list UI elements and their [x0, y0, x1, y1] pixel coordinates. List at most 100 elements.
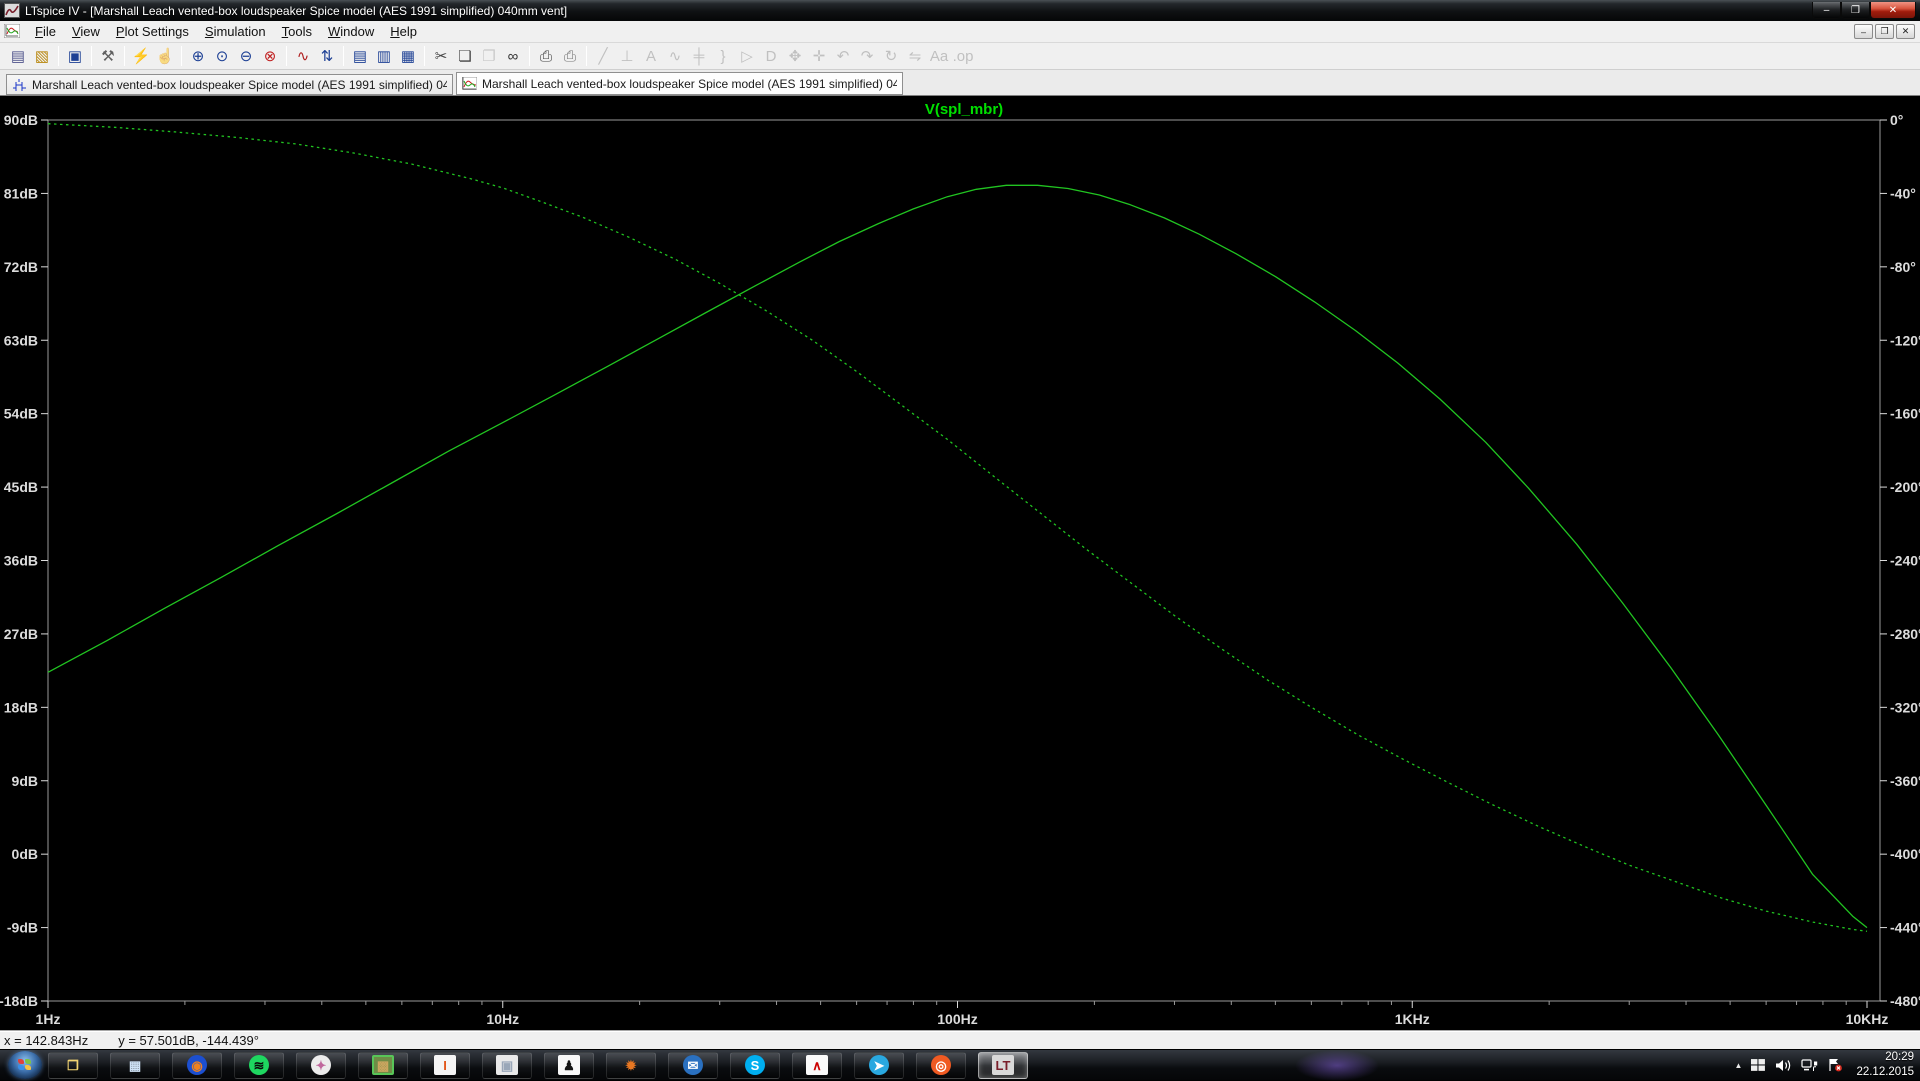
- taskbar-app-image-viewer-icon: ▩: [372, 1055, 394, 1075]
- tile-horizontal-icon[interactable]: ▤: [348, 45, 372, 67]
- mdi-close-button[interactable]: ✕: [1896, 24, 1915, 39]
- y-axis-label-right: -440°: [1890, 920, 1920, 936]
- y-axis-label-right: -400°: [1890, 846, 1920, 862]
- autorange-y-icon[interactable]: ∿: [291, 45, 315, 67]
- menu-plot-settings[interactable]: Plot Settings: [108, 22, 197, 41]
- print-preview-icon[interactable]: ⎙: [558, 45, 582, 67]
- y-axis-label-left: 9dB: [12, 773, 38, 789]
- taskbar-clock[interactable]: 20:29 22.12.2015: [1856, 1050, 1914, 1080]
- minimize-button[interactable]: ‒: [1812, 2, 1841, 19]
- save-icon[interactable]: ▣: [63, 45, 87, 67]
- menu-tools[interactable]: Tools: [274, 22, 320, 41]
- redo-icon: ↷: [855, 45, 879, 67]
- clock-date: 22.12.2015: [1856, 1065, 1914, 1080]
- menu-help[interactable]: Help: [382, 22, 425, 41]
- magnitude-trace[interactable]: [48, 185, 1867, 927]
- menu-simulation[interactable]: Simulation: [197, 22, 274, 41]
- y-axis-label-left: 63dB: [4, 332, 38, 348]
- diode-icon: ▷: [735, 45, 759, 67]
- taskbar-app-firefox[interactable]: ◉: [172, 1052, 222, 1079]
- menu-file[interactable]: File: [27, 22, 64, 41]
- mdi-minimize-button[interactable]: ‒: [1854, 24, 1873, 39]
- resistor-icon: ∿: [663, 45, 687, 67]
- status-bar: x = 142.843Hz y = 57.501dB, -144.439°: [0, 1031, 1920, 1049]
- taskbar-app-paint[interactable]: ✦: [296, 1052, 346, 1079]
- taskbar-app-skype[interactable]: S: [730, 1052, 780, 1079]
- zoom-full-extents-icon[interactable]: ⊗: [258, 45, 282, 67]
- zoom-out-icon[interactable]: ⊖: [234, 45, 258, 67]
- menu-window[interactable]: Window: [320, 22, 382, 41]
- taskbar-app-thunderbird[interactable]: ✉: [668, 1052, 718, 1079]
- y-axis-label-left: -18dB: [0, 993, 38, 1009]
- drag-icon: ✛: [807, 45, 831, 67]
- y-axis-label-left: 90dB: [4, 112, 38, 128]
- action-center-flag-icon[interactable]: [1827, 1058, 1843, 1072]
- clock-time: 20:29: [1856, 1050, 1914, 1065]
- schematic-tab-icon: [12, 78, 27, 91]
- tile-vertical-icon[interactable]: ▥: [372, 45, 396, 67]
- tab-waveform[interactable]: Marshall Leach vented-box loudspeaker Sp…: [456, 72, 903, 95]
- y-axis-label-right: -40°: [1890, 185, 1916, 201]
- toolbar-separator: [91, 46, 92, 66]
- pan-icon[interactable]: ⇅: [315, 45, 339, 67]
- cascade-windows-icon[interactable]: ▦: [396, 45, 420, 67]
- show-hidden-icons-chevron[interactable]: ▲: [1735, 1061, 1743, 1070]
- cursor-x-readout: x = 142.843Hz: [4, 1033, 88, 1048]
- y-axis-label-right: -80°: [1890, 259, 1916, 275]
- tab-schematic[interactable]: Marshall Leach vented-box loudspeaker Sp…: [6, 74, 453, 95]
- taskbar-app-ltspice-icon: LT: [992, 1055, 1014, 1075]
- taskbar-app-skype-glyph: S: [751, 1059, 760, 1072]
- taskbar-app-mathematica[interactable]: ✹: [606, 1052, 656, 1079]
- zoom-back-icon[interactable]: ⊙: [210, 45, 234, 67]
- toolbar: ▤▧▣⚒⚡☝⊕⊙⊖⊗∿⇅▤▥▦✂❏❐∞⎙⎙╱⊥A∿╪}▷D✥✛↶↷↻⇋Aa.op: [0, 43, 1920, 70]
- print-icon[interactable]: ⎙: [534, 45, 558, 67]
- close-button[interactable]: ✕: [1870, 2, 1916, 19]
- toolbar-separator: [181, 46, 182, 66]
- wire-icon: ╱: [591, 45, 615, 67]
- copy-icon[interactable]: ❏: [453, 45, 477, 67]
- component-icon: D: [759, 45, 783, 67]
- taskbar-app-origin[interactable]: ◎: [916, 1052, 966, 1079]
- taskbar-app-person[interactable]: ♟: [544, 1052, 594, 1079]
- taskbar-app-i-pro[interactable]: I: [420, 1052, 470, 1079]
- taskbar-app-ltspice[interactable]: LT: [978, 1052, 1028, 1079]
- volume-icon[interactable]: [1775, 1058, 1792, 1072]
- zoom-in-icon[interactable]: ⊕: [186, 45, 210, 67]
- start-button[interactable]: [8, 1051, 42, 1079]
- plot-frame: [48, 120, 1880, 1001]
- taskbar-app-image-viewer[interactable]: ▩: [358, 1052, 408, 1079]
- waveform-plot[interactable]: 90dB0°81dB-40°72dB-80°63dB-120°54dB-160°…: [0, 96, 1920, 1031]
- taskbar-app-calculator[interactable]: ▦: [110, 1052, 160, 1079]
- cut-icon[interactable]: ✂: [429, 45, 453, 67]
- windows-logo-icon[interactable]: [1751, 1058, 1766, 1072]
- taskbar-app-explorer[interactable]: ❒: [48, 1052, 98, 1079]
- text-icon: Aa: [927, 45, 951, 67]
- run-icon[interactable]: ⚡: [129, 45, 153, 67]
- y-axis-label-right: -480°: [1890, 993, 1920, 1009]
- control-panel-icon[interactable]: ⚒: [96, 45, 120, 67]
- mdi-restore-button[interactable]: ❐: [1875, 24, 1894, 39]
- y-axis-label-left: 36dB: [4, 553, 38, 569]
- network-icon[interactable]: [1801, 1058, 1818, 1072]
- mirror-icon: ⇋: [903, 45, 927, 67]
- taskbar-app-i-pro-icon: I: [434, 1055, 456, 1075]
- waveform-pane[interactable]: 90dB0°81dB-40°72dB-80°63dB-120°54dB-160°…: [0, 96, 1920, 1031]
- toolbar-separator: [529, 46, 530, 66]
- taskbar-app-telegram[interactable]: ➤: [854, 1052, 904, 1079]
- taskbar-app-photo-viewer[interactable]: ▣: [482, 1052, 532, 1079]
- y-axis-label-left: 54dB: [4, 406, 38, 422]
- phase-trace[interactable]: [48, 124, 1867, 932]
- taskbar-app-spotify[interactable]: ≋: [234, 1052, 284, 1079]
- menu-view[interactable]: View: [64, 22, 108, 41]
- open-icon[interactable]: ▧: [30, 45, 54, 67]
- taskbar-app-explorer-glyph: ❒: [67, 1059, 79, 1072]
- move-icon: ✥: [783, 45, 807, 67]
- find-icon[interactable]: ∞: [501, 45, 525, 67]
- system-tray: ▲ 20:29 22.12.2015: [1735, 1050, 1920, 1080]
- restore-button[interactable]: ❐: [1841, 2, 1870, 19]
- taskbar-app-acrobat-glyph: ∧: [812, 1059, 822, 1072]
- tab-waveform-label: Marshall Leach vented-box loudspeaker Sp…: [482, 77, 897, 91]
- taskbar-app-spotify-icon: ≋: [249, 1055, 269, 1075]
- taskbar-app-acrobat[interactable]: ∧: [792, 1052, 842, 1079]
- new-schematic-icon[interactable]: ▤: [6, 45, 30, 67]
